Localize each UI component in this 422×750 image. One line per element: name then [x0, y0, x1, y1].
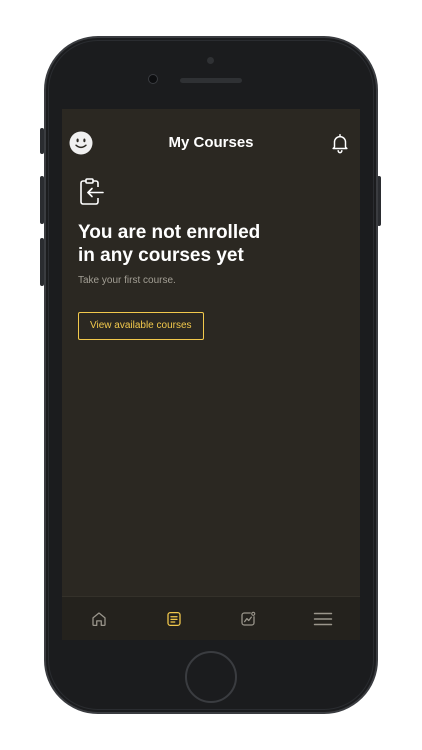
nav-item-courses[interactable] — [156, 601, 192, 637]
nav-item-home[interactable] — [81, 601, 117, 637]
app-screen: My Courses You are not enrolled in any c… — [62, 109, 360, 640]
empty-state-title: You are not enrolled in any courses yet — [78, 222, 261, 266]
bottom-navigation — [62, 596, 360, 640]
clipboard-arrow-icon — [80, 178, 104, 205]
view-available-courses-button[interactable]: View available courses — [78, 312, 204, 340]
app-header: My Courses — [62, 109, 360, 177]
stage: My Courses You are not enrolled in any c… — [0, 0, 422, 750]
earpiece-speaker — [180, 78, 242, 83]
home-icon — [92, 611, 106, 626]
front-camera — [148, 74, 158, 84]
courses-icon — [167, 611, 181, 626]
page-title: My Courses — [168, 134, 254, 151]
nav-item-progress[interactable] — [230, 601, 266, 637]
bell-icon[interactable] — [329, 132, 351, 154]
menu-icon — [313, 612, 332, 625]
home-hardware-button[interactable] — [185, 651, 237, 703]
progress-chart-icon — [241, 611, 256, 626]
proximity-sensor — [207, 57, 214, 64]
empty-state-subtitle: Take your first course. — [78, 275, 176, 286]
nav-item-menu[interactable] — [305, 601, 341, 637]
empty-state: You are not enrolled in any courses yet … — [78, 177, 344, 340]
